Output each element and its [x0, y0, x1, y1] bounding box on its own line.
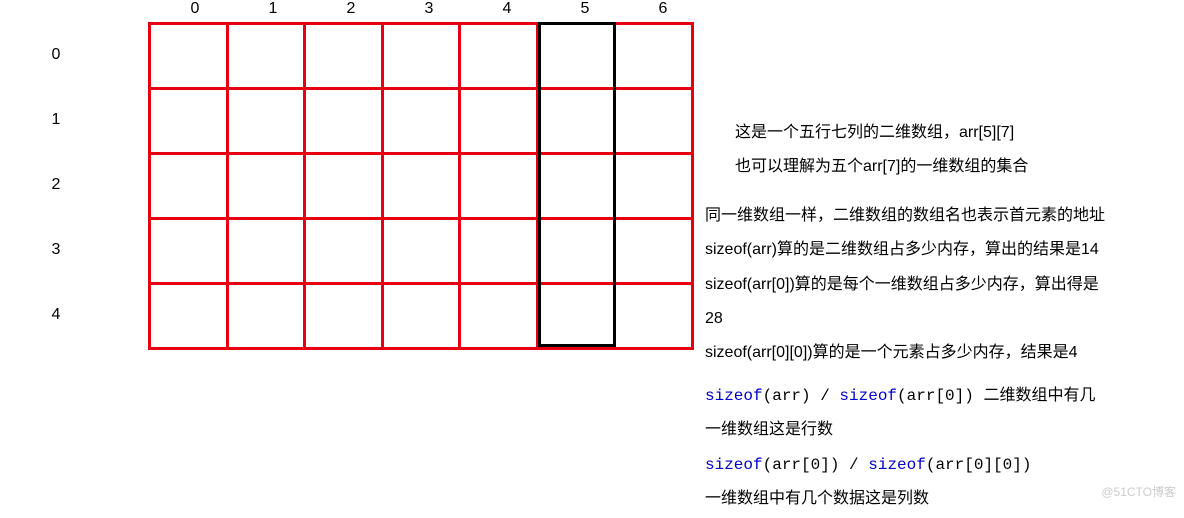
- array-grid: [148, 22, 694, 347]
- explanation-line: 同一维数组一样，二维数组的数组名也表示首元素的地址: [705, 201, 1184, 231]
- row-label: 1: [46, 87, 66, 152]
- watermark: @51CTO博客: [1101, 483, 1176, 500]
- code-text: (arr[0][0]): [926, 456, 1032, 474]
- row-index-labels: 0 1 2 3 4: [46, 22, 66, 347]
- col-label: 1: [234, 0, 312, 18]
- col-label: 6: [624, 0, 702, 18]
- col-label: 5: [546, 0, 624, 18]
- explanation-line: sizeof(arr[0])算的是每个一维数组占多少内存，算出得是: [705, 270, 1184, 300]
- row-label: 2: [46, 152, 66, 217]
- keyword-sizeof: sizeof: [839, 387, 897, 405]
- explanation-line: 一维数组这是行数: [705, 415, 1184, 445]
- col-label: 2: [312, 0, 390, 18]
- intro-line-2: 也可以理解为五个arr[7]的一维数组的集合: [735, 152, 1184, 182]
- code-text: (arr) /: [763, 387, 840, 405]
- keyword-sizeof: sizeof: [868, 456, 926, 474]
- row-label: 4: [46, 282, 66, 347]
- code-line: sizeof(arr) / sizeof(arr[0]) 二维数组中有几: [705, 381, 1184, 411]
- code-text: (arr[0]) 二维数组中有几: [897, 387, 1095, 405]
- code-text: (arr[0]) /: [763, 456, 869, 474]
- intro-line-1: 这是一个五行七列的二维数组，arr[5][7]: [735, 118, 1184, 148]
- column-index-labels: 0 1 2 3 4 5 6: [156, 0, 702, 18]
- col-label: 3: [390, 0, 468, 18]
- grid-table: [148, 22, 694, 350]
- keyword-sizeof: sizeof: [705, 387, 763, 405]
- code-line: sizeof(arr[0]) / sizeof(arr[0][0]): [705, 450, 1184, 480]
- explanation-line: sizeof(arr[0][0])算的是一个元素占多少内存，结果是4: [705, 338, 1184, 368]
- row-label: 0: [46, 22, 66, 87]
- col-label: 0: [156, 0, 234, 18]
- col-label: 4: [468, 0, 546, 18]
- explanation-text: 这是一个五行七列的二维数组，arr[5][7] 也可以理解为五个arr[7]的一…: [705, 118, 1184, 518]
- keyword-sizeof: sizeof: [705, 456, 763, 474]
- row-label: 3: [46, 217, 66, 282]
- explanation-line: sizeof(arr)算的是二维数组占多少内存，算出的结果是14: [705, 235, 1184, 265]
- explanation-line: 28: [705, 304, 1184, 334]
